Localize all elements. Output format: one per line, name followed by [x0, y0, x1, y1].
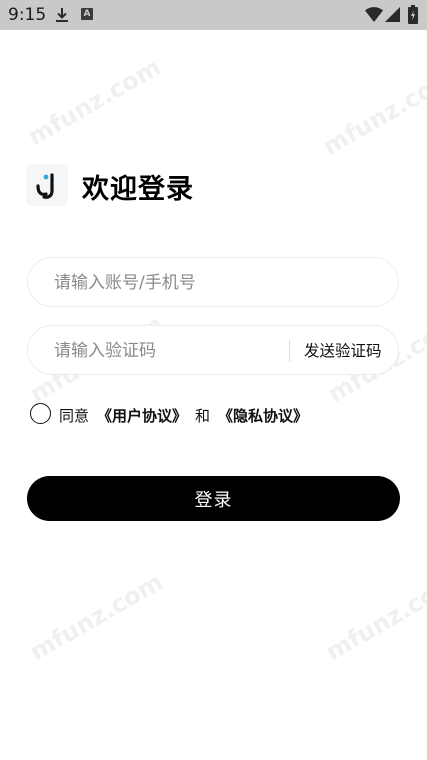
status-bar: 9:15 A [0, 0, 427, 30]
agreement-text: 同意 《用户协议》和《隐私协议》 [59, 405, 308, 426]
watermark: mfunz.com [22, 52, 166, 152]
agreement-prefix: 同意 [59, 407, 90, 425]
app-logo-mark [36, 173, 54, 199]
watermark: mfunz.com [24, 567, 168, 667]
a-notification-icon: A [81, 8, 93, 20]
agreement-conjunction: 和 [195, 407, 211, 425]
download-icon [56, 8, 68, 22]
privacy-policy-link[interactable]: 《隐私协议》 [218, 407, 308, 425]
send-code-button[interactable]: 发送验证码 [304, 339, 382, 361]
user-agreement-link[interactable]: 《用户协议》 [97, 407, 187, 425]
watermark: mfunz.com [320, 567, 427, 667]
account-input[interactable] [52, 258, 376, 308]
watermark: mfunz.com [317, 62, 427, 162]
verification-code-field: 发送验证码 [27, 325, 399, 376]
battery-icon [408, 5, 418, 24]
wifi-icon [365, 7, 383, 22]
agree-checkbox[interactable] [30, 403, 51, 424]
account-field [27, 257, 399, 308]
status-time: 9:15 [8, 5, 47, 25]
login-button[interactable]: 登录 [27, 476, 400, 521]
page-title: 欢迎登录 [82, 174, 194, 205]
verification-code-input[interactable] [52, 326, 286, 376]
app-logo-icon [26, 164, 68, 206]
signal-icon [385, 7, 400, 22]
divider [289, 340, 290, 362]
